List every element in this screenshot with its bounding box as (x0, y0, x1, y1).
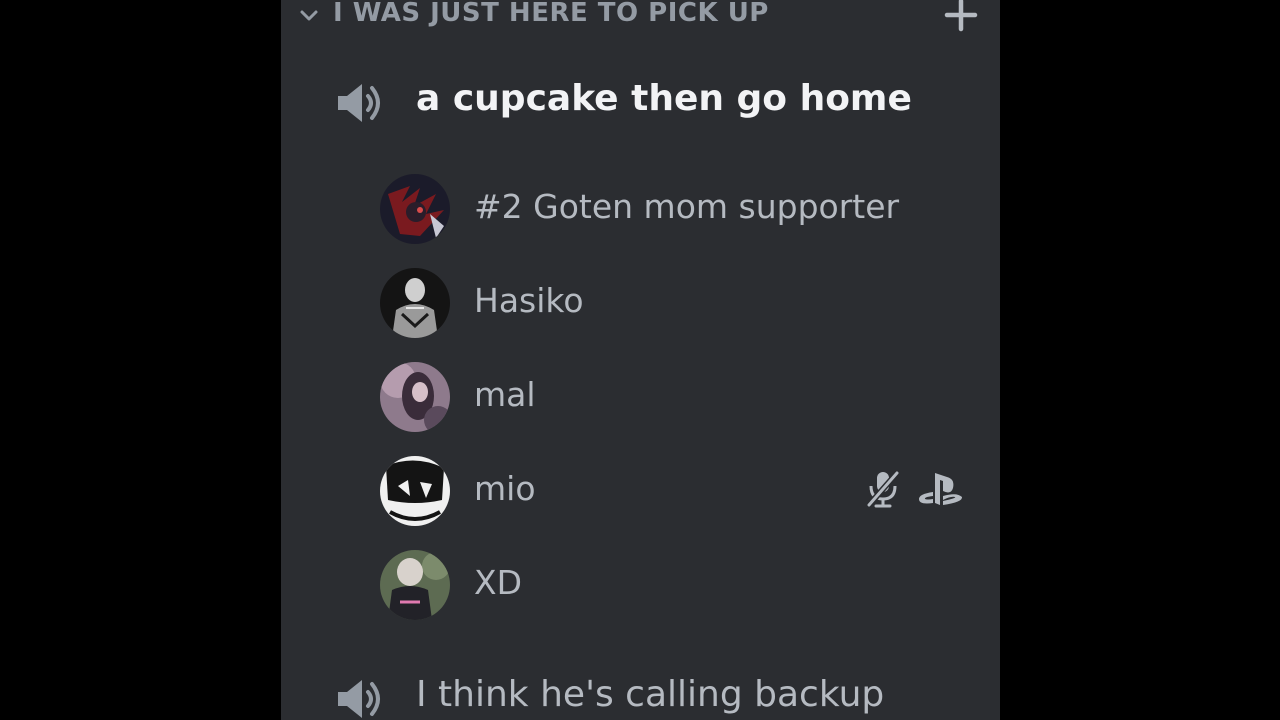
avatar[interactable] (380, 174, 450, 244)
speaker-icon (338, 680, 380, 718)
speaker-icon (338, 84, 380, 122)
channel-name: I think he's calling backup (416, 674, 885, 715)
chevron-down-icon[interactable] (299, 6, 319, 26)
avatar[interactable] (380, 456, 450, 526)
member-name: mio (474, 469, 536, 508)
voice-member[interactable]: mal (377, 359, 977, 433)
voice-channel-a-cupcake[interactable]: a cupcake then go home (281, 72, 1000, 132)
member-name: XD (474, 563, 523, 602)
voice-member[interactable]: Hasiko (377, 265, 977, 339)
avatar[interactable] (380, 268, 450, 338)
category-name[interactable]: I WAS JUST HERE TO PICK UP (333, 0, 769, 28)
channel-list: I WAS JUST HERE TO PICK UP a cupcake the… (281, 0, 1000, 720)
category-header[interactable]: I WAS JUST HERE TO PICK UP (281, 0, 1000, 36)
avatar[interactable] (380, 362, 450, 432)
avatar[interactable] (380, 550, 450, 620)
playstation-icon (919, 473, 963, 505)
member-status-icons (865, 467, 965, 511)
channel-name: a cupcake then go home (416, 78, 912, 119)
voice-channel-backup[interactable]: I think he's calling backup (281, 668, 1000, 720)
member-name: #2 Goten mom supporter (474, 187, 900, 226)
plus-icon[interactable] (943, 0, 979, 33)
voice-member[interactable]: #2 Goten mom supporter (377, 171, 977, 245)
muted-mic-icon (866, 471, 900, 508)
member-name: mal (474, 375, 536, 414)
voice-member[interactable]: XD (377, 547, 977, 621)
member-name: Hasiko (474, 281, 584, 320)
voice-member[interactable]: mio (377, 453, 977, 527)
